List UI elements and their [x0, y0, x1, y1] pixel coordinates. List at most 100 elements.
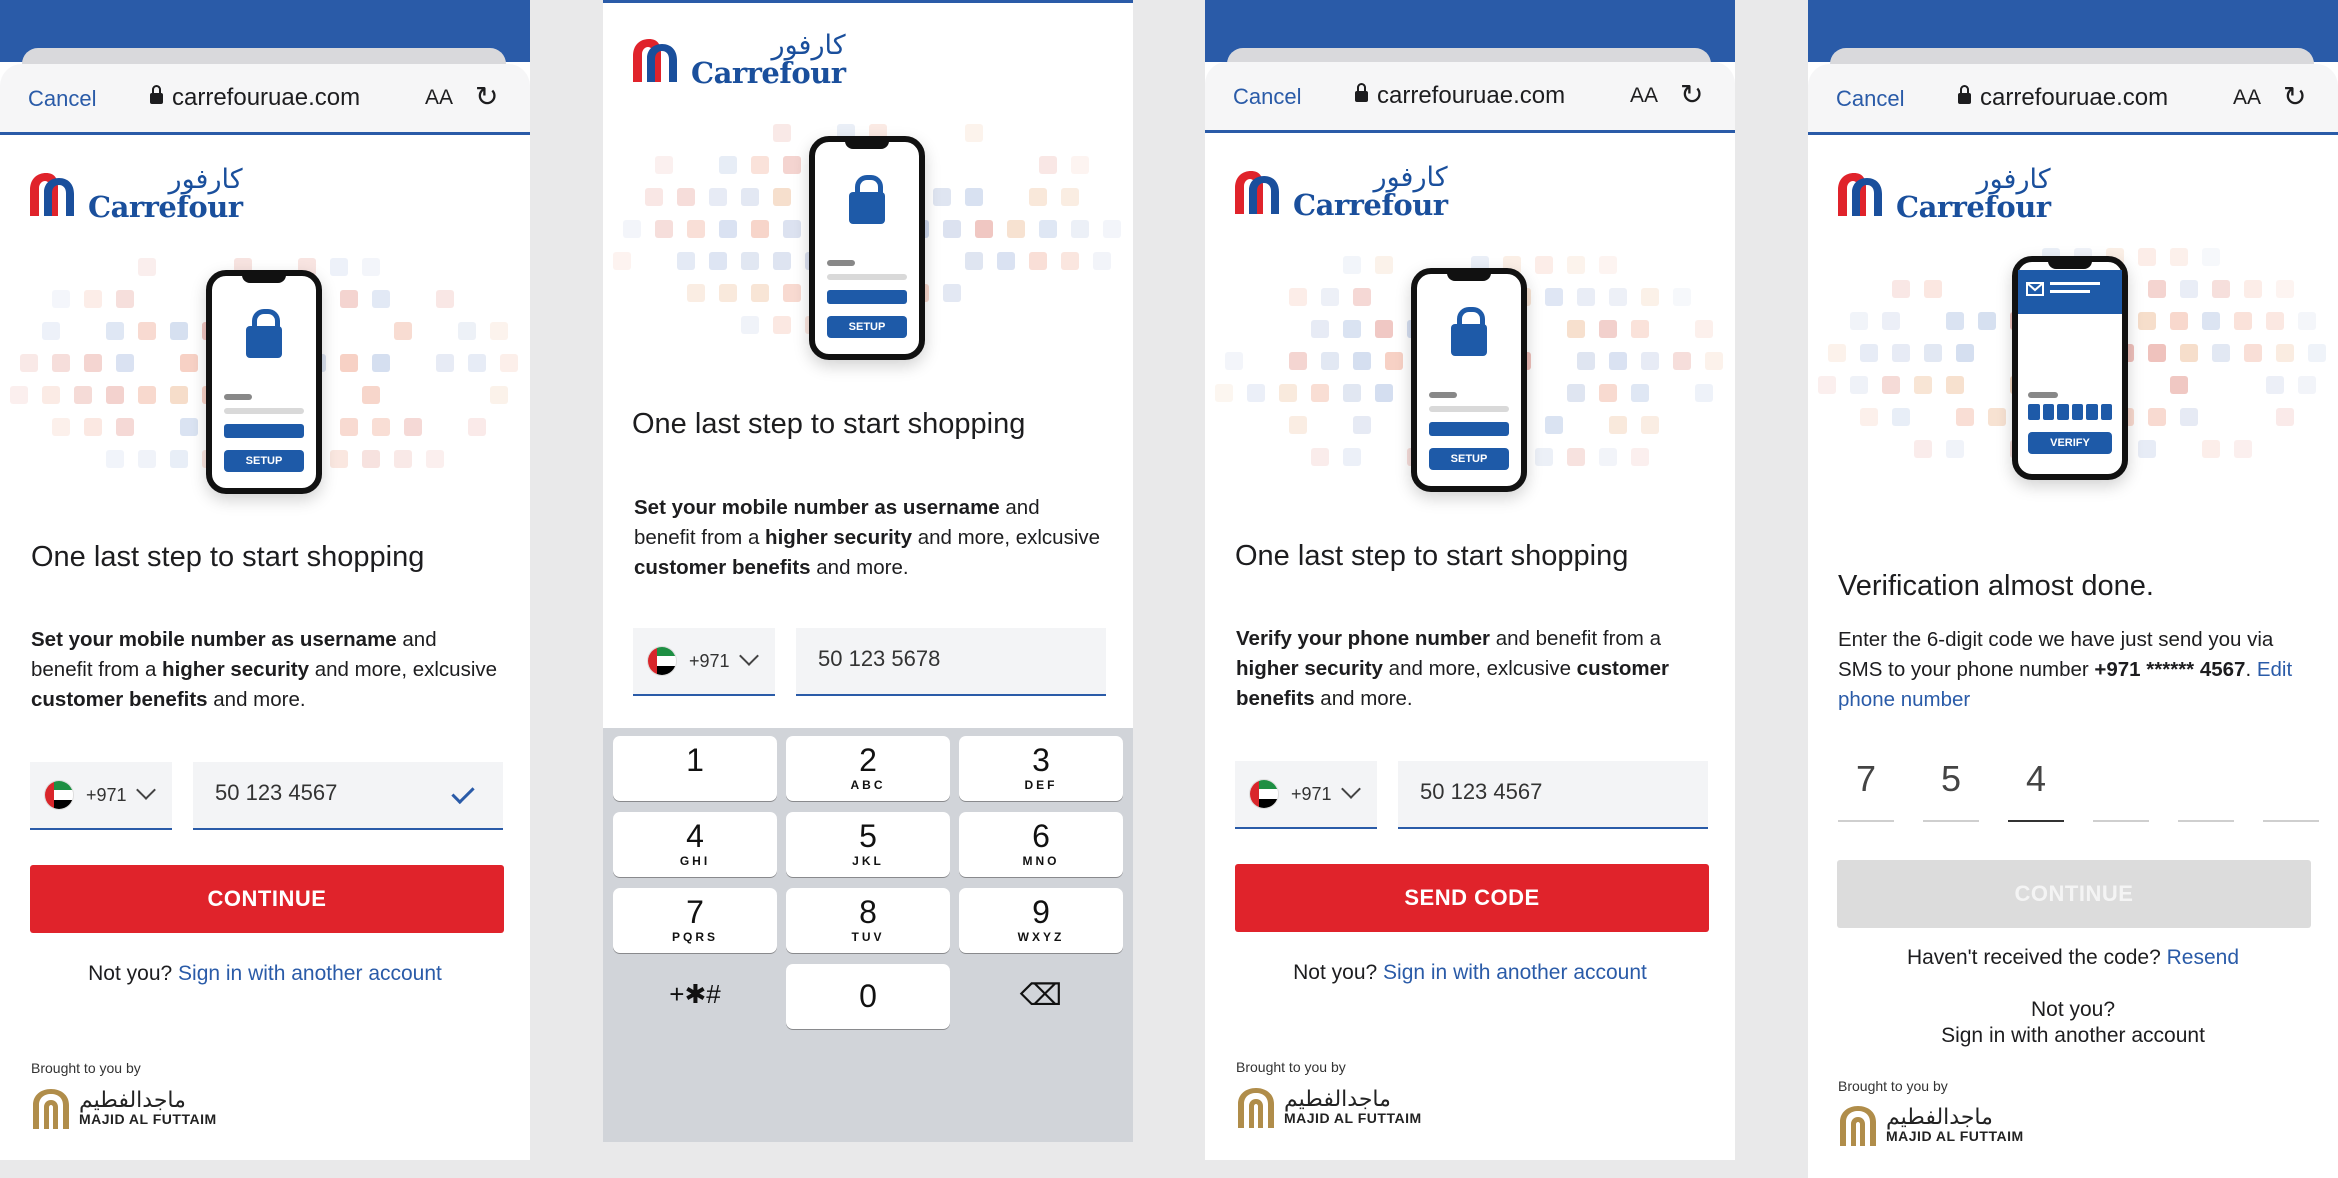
pattern-tile — [773, 252, 791, 270]
key-0[interactable]: 0 — [786, 964, 950, 1029]
pattern-tile — [741, 252, 759, 270]
pattern-tile — [1924, 280, 1942, 298]
maf-logo: ماجدالفطيم MAJID AL FUTTAIM — [1838, 1104, 2024, 1146]
pattern-tile — [2298, 376, 2316, 394]
pattern-tile — [773, 188, 791, 206]
otp-digit[interactable] — [2263, 758, 2319, 822]
pattern-tile — [2180, 344, 2198, 362]
key-4[interactable]: 4 GHI — [613, 812, 777, 877]
pattern-tile — [1818, 376, 1836, 394]
otp-digit[interactable] — [2178, 758, 2234, 822]
send-code-button[interactable]: SEND CODE — [1235, 864, 1709, 932]
pattern-tile — [1695, 384, 1713, 402]
phone-number-input[interactable]: 50 123 5678 — [796, 628, 1106, 696]
otp-digit[interactable] — [2093, 758, 2149, 822]
pattern-tile — [1914, 376, 1932, 394]
maf-arch-icon — [33, 1089, 69, 1129]
key-5[interactable]: 5 JKL — [786, 812, 950, 877]
phone-number-input[interactable]: 50 123 4567 — [193, 762, 503, 830]
pattern-tile — [1577, 352, 1595, 370]
cancel-button[interactable]: Cancel — [28, 86, 96, 112]
pattern-tile — [1882, 312, 1900, 330]
resend-link[interactable]: Resend — [2167, 946, 2239, 969]
pattern-tile — [2266, 376, 2284, 394]
pattern-tile — [2138, 440, 2156, 458]
key-1[interactable]: 1 — [613, 736, 777, 801]
text-size-button[interactable]: AA — [1630, 84, 1658, 108]
carrefour-logo: كارفور Carrefour — [1834, 166, 2051, 222]
pattern-tile — [2170, 248, 2188, 266]
key-2[interactable]: 2 ABC — [786, 736, 950, 801]
pattern-tile — [1892, 280, 1910, 298]
backspace-icon[interactable]: ⌫ — [959, 964, 1123, 1029]
pattern-tile — [1695, 320, 1713, 338]
pattern-tile — [1641, 288, 1659, 306]
continue-button[interactable]: CONTINUE — [1837, 860, 2311, 928]
pattern-tile — [997, 252, 1015, 270]
country-code-select[interactable]: +971 — [1235, 761, 1377, 829]
pattern-tile — [2234, 312, 2252, 330]
pattern-tile — [426, 450, 444, 468]
maf-arabic: ماجدالفطيم — [79, 1088, 186, 1113]
pattern-tile — [1343, 448, 1361, 466]
carrefour-logo: كارفور Carrefour — [1231, 164, 1448, 220]
pattern-tile — [2266, 312, 2284, 330]
padlock-icon — [246, 309, 282, 358]
cancel-button[interactable]: Cancel — [1836, 86, 1904, 112]
key-6[interactable]: 6 MNO — [959, 812, 1123, 877]
pattern-tile — [1850, 376, 1868, 394]
pattern-tile — [330, 450, 348, 468]
pattern-tile — [2170, 312, 2188, 330]
phone-number-value: 50 123 4567 — [215, 780, 338, 805]
pattern-tile — [719, 156, 737, 174]
sign-in-other-link[interactable]: Sign in with another account — [178, 962, 442, 985]
key-symbols[interactable]: +✱# — [613, 964, 777, 1029]
country-code-select[interactable]: +971 — [633, 628, 775, 696]
pattern-tile — [741, 188, 759, 206]
otp-digit[interactable]: 4 — [2008, 758, 2064, 822]
key-8[interactable]: 8 TUV — [786, 888, 950, 953]
pattern-tile — [2170, 376, 2188, 394]
pattern-tile — [106, 322, 124, 340]
maf-logo: ماجدالفطيم MAJID AL FUTTAIM — [1236, 1086, 1422, 1128]
pattern-tile — [106, 450, 124, 468]
pattern-tile — [1946, 440, 1964, 458]
pattern-tile — [1567, 320, 1585, 338]
setup-label: SETUP — [224, 450, 304, 472]
continue-button[interactable]: CONTINUE — [30, 865, 504, 933]
otp-digit[interactable]: 5 — [1923, 758, 1979, 822]
brand-arabic: كارفور — [168, 164, 243, 195]
url-field[interactable]: carrefouruae.com — [1355, 82, 1565, 110]
reload-icon[interactable]: ↻ — [475, 80, 498, 113]
pattern-tile — [42, 322, 60, 340]
reload-icon[interactable]: ↻ — [2283, 80, 2306, 113]
pattern-tile — [1093, 252, 1111, 270]
key-7[interactable]: 7 PQRS — [613, 888, 777, 953]
otp-digit[interactable]: 7 — [1838, 758, 1894, 822]
country-code-select[interactable]: +971 — [30, 762, 172, 830]
pattern-tile — [1007, 220, 1025, 238]
pattern-tile — [1988, 408, 2006, 426]
text-size-button[interactable]: AA — [425, 86, 453, 110]
sign-in-other-link[interactable]: Sign in with another account — [1383, 961, 1647, 984]
brand-name: Carrefour — [1293, 188, 1448, 222]
pattern-tile — [709, 188, 727, 206]
browser-bar: Cancel carrefouruae.com AA ↻ — [0, 64, 530, 135]
screen-verify-phone: Cancel carrefouruae.com AA ↻ كارفور Carre… — [1205, 0, 1735, 1160]
pattern-tile — [1599, 320, 1617, 338]
cancel-button[interactable]: Cancel — [1233, 84, 1301, 110]
key-3[interactable]: 3 DEF — [959, 736, 1123, 801]
key-9[interactable]: 9 WXYZ — [959, 888, 1123, 953]
pattern-tile — [1311, 320, 1329, 338]
text-size-button[interactable]: AA — [2233, 86, 2261, 110]
reload-icon[interactable]: ↻ — [1680, 78, 1703, 111]
padlock-icon — [849, 175, 885, 224]
chevron-down-icon — [1340, 779, 1361, 799]
pattern-tile — [1535, 256, 1553, 274]
url-field[interactable]: carrefouruae.com — [150, 84, 360, 112]
pattern-tile — [1609, 416, 1627, 434]
phone-number-input[interactable]: 50 123 4567 — [1398, 761, 1708, 829]
sign-in-other-link[interactable]: Sign in with another account — [1808, 1024, 2338, 1048]
url-field[interactable]: carrefouruae.com — [1958, 84, 2168, 112]
pattern-tile — [1914, 440, 1932, 458]
